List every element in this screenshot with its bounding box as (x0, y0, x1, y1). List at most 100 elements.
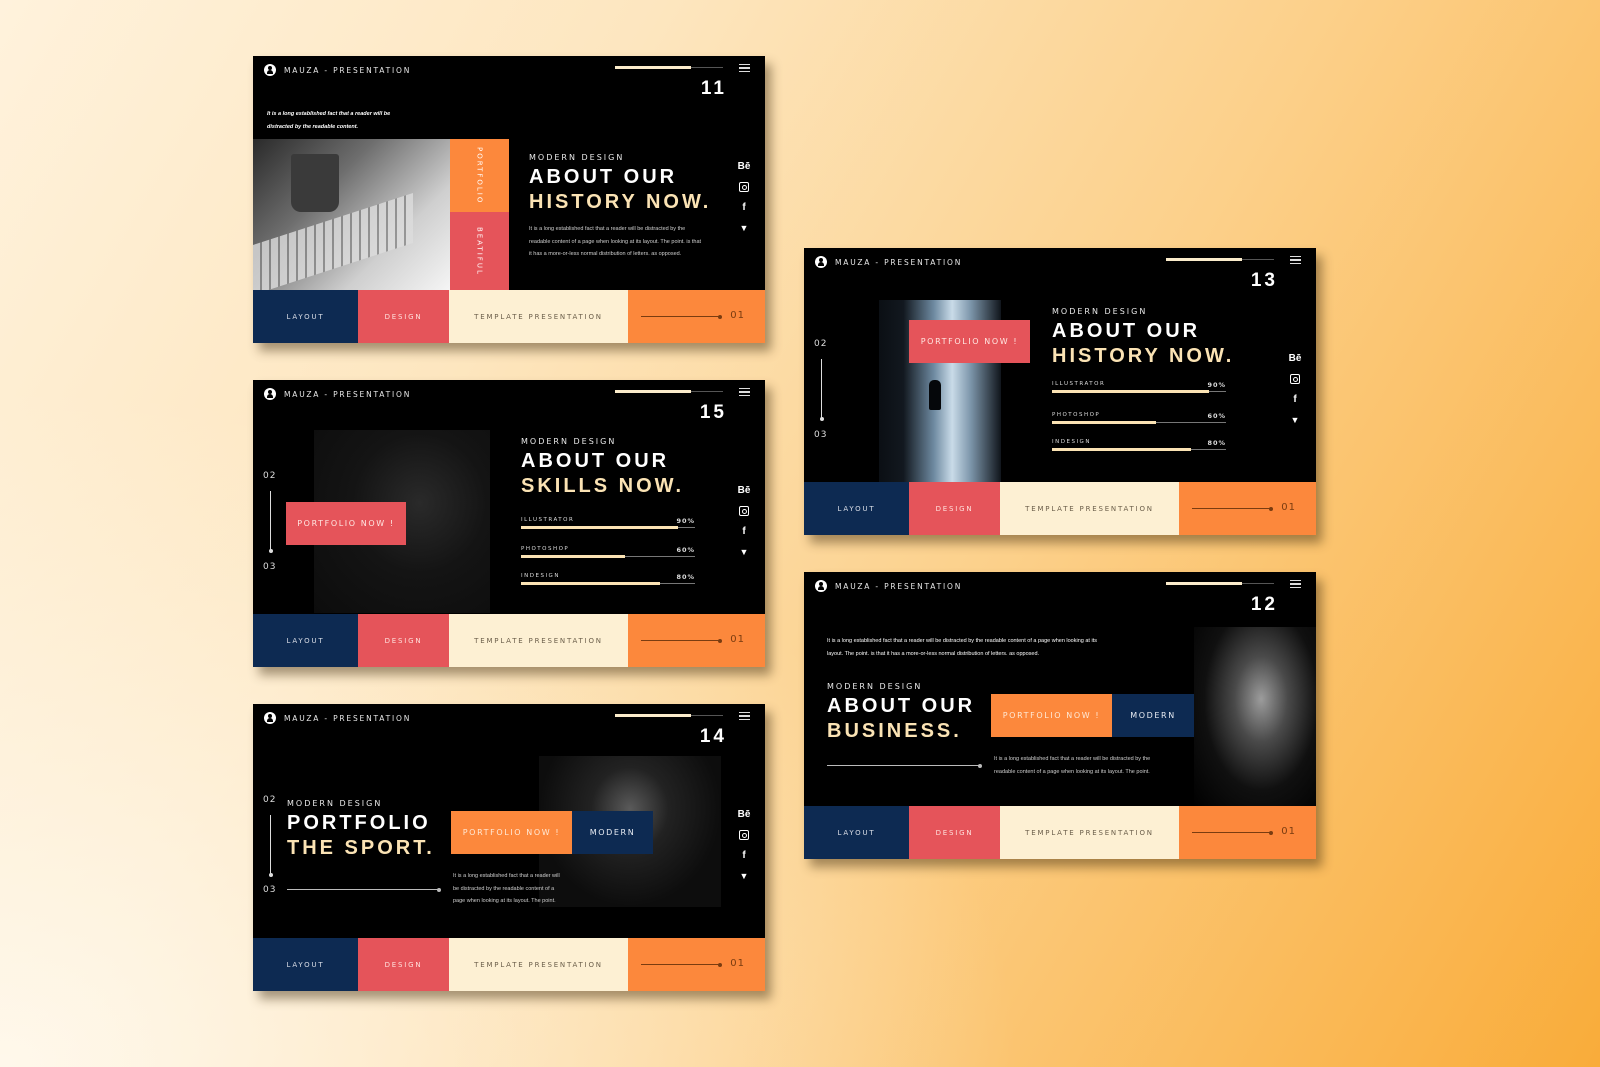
user-logo-icon (264, 64, 276, 76)
brand-header: MAUZA - PRESENTATION (264, 712, 411, 724)
next-page-button[interactable]: 01 (1179, 482, 1316, 535)
bottom-bar: LAYOUT DESIGN TEMPLATE PRESENTATION 01 (804, 806, 1316, 859)
intro-text: It is a long established fact that a rea… (827, 635, 1097, 660)
title-line-2: HISTORY NOW. (1052, 345, 1235, 367)
design-tab[interactable]: DESIGN (909, 482, 1000, 535)
layout-label: LAYOUT (837, 828, 876, 837)
template-tab[interactable]: TEMPLATE PRESENTATION (449, 614, 628, 667)
hamburger-menu-icon[interactable] (1290, 256, 1301, 264)
twitter-icon[interactable]: ▼ (1291, 413, 1300, 428)
skill-track (1052, 421, 1226, 424)
layout-tab[interactable]: LAYOUT (253, 290, 358, 343)
instagram-icon[interactable] (1290, 374, 1300, 384)
behance-icon[interactable]: Bē (1289, 351, 1302, 366)
intro-line: It is a long established fact that a rea… (827, 638, 1097, 644)
arrow-right-line-icon (827, 763, 982, 768)
desk-keyboard-photo (253, 139, 450, 290)
facebook-icon[interactable]: f (742, 524, 745, 539)
skill-percent: 90% (676, 517, 695, 525)
template-tab[interactable]: TEMPLATE PRESENTATION (449, 938, 628, 991)
brand-header: MAUZA - PRESENTATION (815, 580, 962, 592)
arrow-right-icon (1192, 830, 1273, 835)
slide-11[interactable]: MAUZA - PRESENTATION 11 It is a long est… (253, 56, 765, 343)
nav-to[interactable]: 03 (263, 562, 276, 572)
instagram-icon[interactable] (739, 182, 749, 192)
layout-label: LAYOUT (286, 960, 325, 969)
twitter-icon[interactable]: ▼ (740, 221, 749, 236)
page-number: 01 (730, 634, 745, 645)
next-page-button[interactable]: 01 (628, 938, 765, 991)
social-links: Bē f ▼ (737, 159, 751, 236)
next-page-button[interactable]: 01 (628, 290, 765, 343)
facebook-icon[interactable]: f (1293, 392, 1296, 407)
next-page-button[interactable]: 01 (1179, 806, 1316, 859)
user-logo-icon (815, 580, 827, 592)
layout-tab[interactable]: LAYOUT (253, 614, 358, 667)
nav-to[interactable]: 03 (814, 430, 827, 440)
body-line: be distracted by the readable content of… (453, 885, 555, 892)
arrow-right-icon (641, 638, 722, 643)
portfolio-now-button[interactable]: PORTFOLIO NOW ! (451, 811, 572, 854)
nav-down-arrow-icon (268, 815, 273, 877)
next-page-button[interactable]: 01 (628, 614, 765, 667)
design-tab[interactable]: DESIGN (358, 938, 449, 991)
portfolio-now-button[interactable]: PORTFOLIO NOW ! (909, 320, 1030, 363)
hamburger-menu-icon[interactable] (739, 64, 750, 72)
slide-number: 12 (1250, 594, 1278, 615)
layout-tab[interactable]: LAYOUT (804, 482, 909, 535)
hamburger-menu-icon[interactable] (739, 388, 750, 396)
title-line-2: THE SPORT. (287, 837, 435, 859)
template-tab[interactable]: TEMPLATE PRESENTATION (1000, 806, 1179, 859)
template-label: TEMPLATE PRESENTATION (1025, 828, 1154, 837)
behance-icon[interactable]: Bē (738, 483, 751, 498)
portfolio-now-button[interactable]: PORTFOLIO NOW ! (286, 502, 406, 545)
title-line-1: ABOUT OUR (827, 695, 976, 717)
kicker: MODERN DESIGN (827, 682, 923, 691)
body-line: readable content of a page when looking … (529, 238, 702, 245)
brand-title: MAUZA - PRESENTATION (284, 65, 412, 75)
slide-15[interactable]: MAUZA - PRESENTATION 15 02 03 PORTFOLIO … (253, 380, 765, 667)
slide-12[interactable]: MAUZA - PRESENTATION 12 It is a long est… (804, 572, 1316, 859)
design-tab[interactable]: DESIGN (358, 614, 449, 667)
slide-number: 13 (1250, 270, 1278, 291)
nav-from[interactable]: 02 (263, 471, 276, 481)
twitter-icon[interactable]: ▼ (740, 869, 749, 884)
skill-percent: 80% (1207, 439, 1226, 447)
twitter-icon[interactable]: ▼ (740, 545, 749, 560)
nav-from[interactable]: 02 (814, 339, 827, 349)
kicker: MODERN DESIGN (529, 153, 625, 162)
template-label: TEMPLATE PRESENTATION (474, 636, 603, 645)
hamburger-menu-icon[interactable] (1290, 580, 1301, 588)
brand-header: MAUZA - PRESENTATION (264, 388, 411, 400)
headline-block: MODERN DESIGN ABOUT OUR BUSINESS. (827, 682, 975, 744)
arrow-right-icon (641, 962, 722, 967)
template-tab[interactable]: TEMPLATE PRESENTATION (1000, 482, 1179, 535)
modern-button[interactable]: MODERN (572, 811, 653, 854)
body-text-block: It is a long established fact that a rea… (453, 870, 560, 908)
hamburger-menu-icon[interactable] (739, 712, 750, 720)
instagram-icon[interactable] (739, 506, 749, 516)
design-tab[interactable]: DESIGN (909, 806, 1000, 859)
skill-track (1052, 448, 1226, 451)
skill-row: PHOTOSHOP 60% (521, 546, 695, 558)
facebook-icon[interactable]: f (742, 200, 745, 215)
layout-tab[interactable]: LAYOUT (804, 806, 909, 859)
skill-fill (1052, 448, 1192, 451)
kicker: MODERN DESIGN (1052, 307, 1148, 316)
design-tab[interactable]: DESIGN (358, 290, 449, 343)
behance-icon[interactable]: Bē (738, 159, 751, 174)
nav-from[interactable]: 02 (263, 795, 276, 805)
slide-13[interactable]: MAUZA - PRESENTATION 13 02 03 PORTFOLIO … (804, 248, 1316, 535)
facebook-icon[interactable]: f (742, 848, 745, 863)
nav-to[interactable]: 03 (263, 885, 276, 895)
body-line: It is a long established fact that a rea… (529, 226, 686, 232)
instagram-icon[interactable] (739, 830, 749, 840)
layout-tab[interactable]: LAYOUT (253, 938, 358, 991)
layout-label: LAYOUT (286, 312, 325, 321)
intro-text: It is a long established fact that a rea… (267, 108, 390, 133)
template-tab[interactable]: TEMPLATE PRESENTATION (449, 290, 628, 343)
portfolio-now-button[interactable]: PORTFOLIO NOW ! (991, 694, 1112, 737)
behance-icon[interactable]: Bē (738, 807, 751, 822)
slide-14[interactable]: MAUZA - PRESENTATION 14 02 03 MODERN DES… (253, 704, 765, 991)
modern-button[interactable]: MODERN (1112, 694, 1194, 737)
